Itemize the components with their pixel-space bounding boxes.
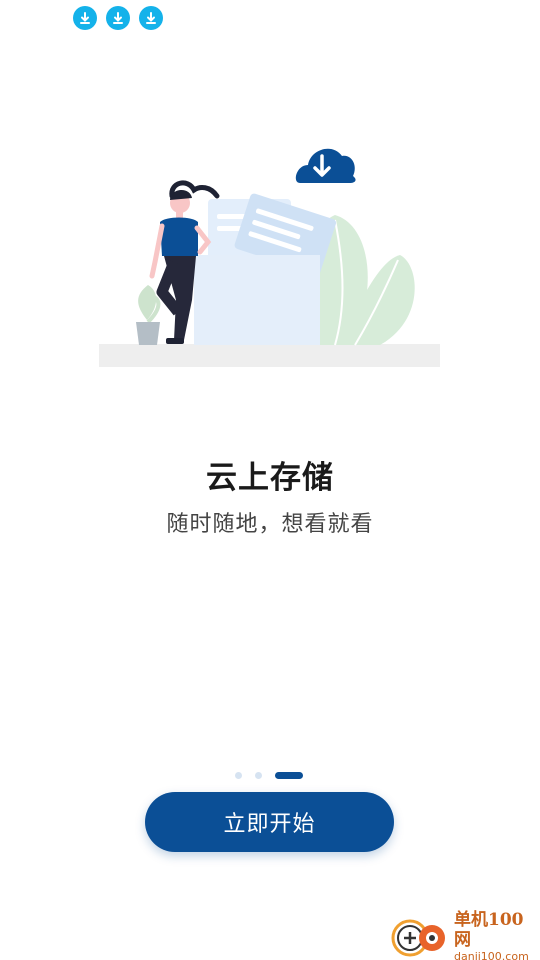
watermark-logo-icon — [388, 914, 454, 960]
watermark-url-text: danji100.com — [454, 950, 529, 960]
page-subtitle: 随时随地，想看就看 — [166, 512, 374, 537]
status-bar — [73, 6, 163, 30]
page-dot-active — [275, 772, 303, 779]
page-title: 云上存储 — [206, 460, 334, 496]
page-indicator — [235, 772, 303, 779]
page-dot — [255, 772, 262, 779]
download-notification-icon — [106, 6, 130, 30]
download-notification-icon — [73, 6, 97, 30]
watermark-main-text: 单机100网 — [454, 910, 524, 950]
floor-shape — [99, 344, 440, 367]
folder-front-shape — [194, 255, 320, 345]
download-notification-icon — [139, 6, 163, 30]
cloud-storage-illustration — [99, 148, 440, 367]
page-dot — [235, 772, 242, 779]
potted-plant-shape — [136, 285, 161, 345]
start-button[interactable]: 立即开始 — [145, 792, 394, 852]
cloud-download-icon — [295, 148, 356, 183]
watermark: 单机100网 danji100.com — [388, 910, 540, 960]
